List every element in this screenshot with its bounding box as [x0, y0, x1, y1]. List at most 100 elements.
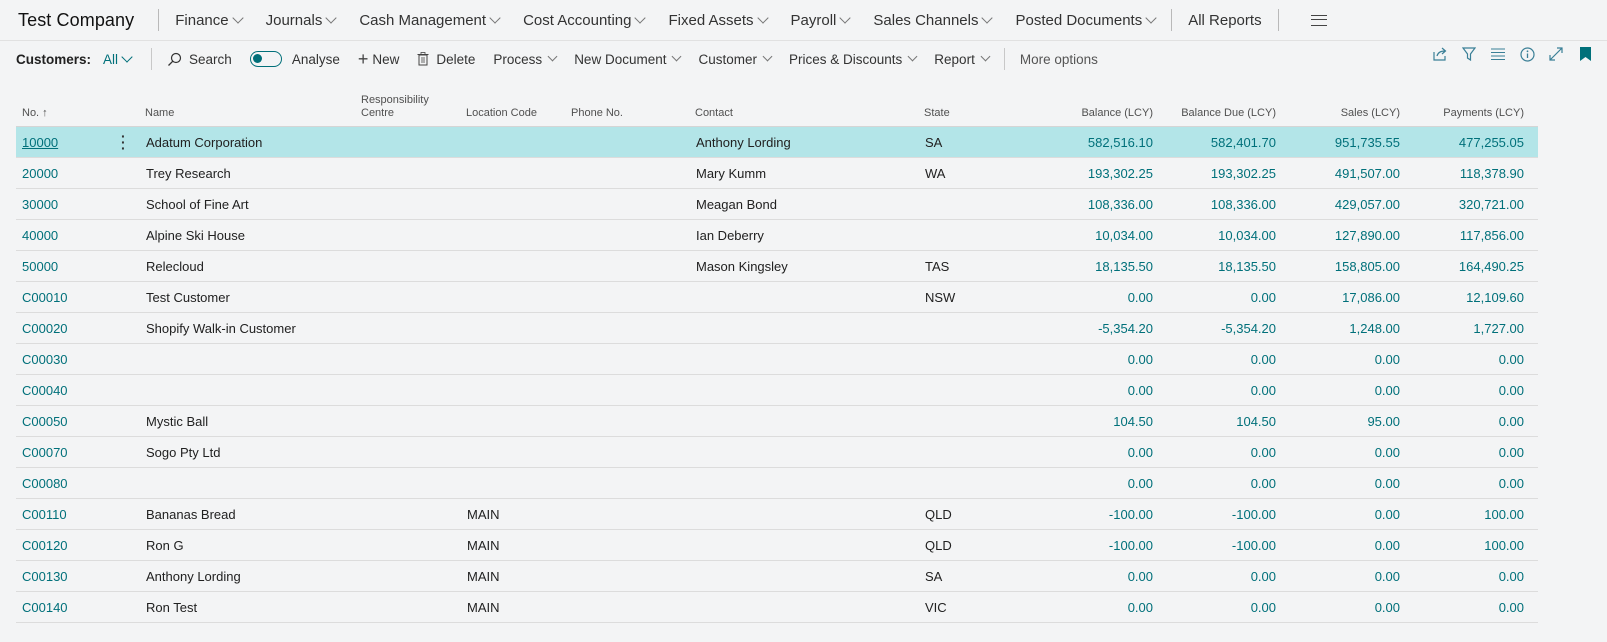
- customer-no-link[interactable]: C00070: [22, 445, 68, 460]
- balance-due[interactable]: 0.00: [1251, 383, 1276, 398]
- sales[interactable]: 429,057.00: [1335, 197, 1400, 212]
- column-header-name[interactable]: Name: [145, 107, 174, 120]
- table-row[interactable]: C00040 0.00 0.00 0.00 0.00: [16, 375, 1538, 406]
- customer-no-link[interactable]: C00110: [22, 507, 67, 522]
- sales[interactable]: 491,507.00: [1335, 166, 1400, 181]
- company-name[interactable]: Test Company: [18, 10, 134, 31]
- column-header-phone[interactable]: Phone No.: [571, 107, 623, 120]
- table-row[interactable]: C00080 0.00 0.00 0.00 0.00: [16, 468, 1538, 499]
- table-row[interactable]: C00120 Ron G MAIN QLD -100.00 -100.00 0.00 100.…: [16, 530, 1538, 561]
- balance[interactable]: -100.00: [1109, 507, 1153, 522]
- payments[interactable]: 0.00: [1499, 383, 1524, 398]
- balance-due[interactable]: -100.00: [1232, 538, 1276, 553]
- balance[interactable]: 582,516.10: [1088, 135, 1153, 150]
- nav-item-finance[interactable]: Finance: [175, 12, 244, 29]
- balance[interactable]: 193,302.25: [1088, 166, 1153, 181]
- column-header-sales[interactable]: Sales (LCY): [1341, 107, 1400, 120]
- more-options-button[interactable]: More options: [1020, 52, 1098, 67]
- balance-due[interactable]: 0.00: [1251, 476, 1276, 491]
- delete-button[interactable]: Delete: [417, 52, 475, 67]
- table-row[interactable]: 50000 Relecloud Mason Kingsley TAS 18,135.50…: [16, 251, 1538, 282]
- payments[interactable]: 118,378.90: [1460, 166, 1524, 181]
- column-header-location-code[interactable]: Location Code: [466, 107, 537, 120]
- payments[interactable]: 1,727.00: [1473, 321, 1524, 336]
- customer-no-link[interactable]: C00080: [22, 476, 68, 491]
- nav-item-cost-accounting[interactable]: Cost Accounting: [523, 12, 647, 29]
- sales[interactable]: 0.00: [1375, 569, 1400, 584]
- payments[interactable]: 0.00: [1499, 352, 1524, 367]
- customer-no-link[interactable]: 50000: [22, 259, 58, 274]
- column-header-state[interactable]: State: [924, 107, 950, 120]
- customer-no-link[interactable]: C00120: [22, 538, 68, 553]
- view-filter-dropdown[interactable]: All: [103, 50, 133, 67]
- balance-due[interactable]: 10,034.00: [1218, 228, 1276, 243]
- sales[interactable]: 1,248.00: [1349, 321, 1400, 336]
- balance[interactable]: 0.00: [1128, 352, 1153, 367]
- table-row[interactable]: 20000 Trey Research Mary Kumm WA 193,302.25 1…: [16, 158, 1538, 189]
- balance[interactable]: 0.00: [1128, 569, 1153, 584]
- sales[interactable]: 0.00: [1375, 538, 1400, 553]
- all-reports-link[interactable]: All Reports: [1188, 12, 1261, 29]
- column-header-contact[interactable]: Contact: [695, 107, 733, 120]
- sales[interactable]: 17,086.00: [1342, 290, 1400, 305]
- sales[interactable]: 158,805.00: [1335, 259, 1400, 274]
- payments[interactable]: 0.00: [1499, 476, 1524, 491]
- balance-due[interactable]: -100.00: [1232, 507, 1276, 522]
- nav-item-fixed-assets[interactable]: Fixed Assets: [668, 12, 769, 29]
- menu-prices-discounts[interactable]: Prices & Discounts: [789, 52, 918, 67]
- info-icon[interactable]: [1519, 46, 1535, 62]
- payments[interactable]: 0.00: [1499, 569, 1524, 584]
- payments[interactable]: 100.00: [1484, 538, 1524, 553]
- balance-due[interactable]: 0.00: [1251, 445, 1276, 460]
- customer-no-link[interactable]: 40000: [22, 228, 58, 243]
- customer-no-link[interactable]: C00140: [22, 600, 68, 615]
- payments[interactable]: 0.00: [1499, 600, 1524, 615]
- customer-no-link[interactable]: C00020: [22, 321, 68, 336]
- balance[interactable]: 0.00: [1128, 290, 1153, 305]
- menu-new-document[interactable]: New Document: [574, 52, 682, 67]
- column-header-no[interactable]: No. ↑: [22, 107, 48, 120]
- sales[interactable]: 127,890.00: [1335, 228, 1400, 243]
- balance-due[interactable]: 193,302.25: [1211, 166, 1276, 181]
- nav-item-posted-documents[interactable]: Posted Documents: [1015, 12, 1157, 29]
- menu-report[interactable]: Report: [934, 52, 991, 67]
- customer-no-link[interactable]: C00010: [22, 290, 68, 305]
- payments[interactable]: 0.00: [1499, 445, 1524, 460]
- sales[interactable]: 0.00: [1375, 507, 1400, 522]
- table-row[interactable]: C00130 Anthony Lording MAIN SA 0.00 0.00 0.00 0…: [16, 561, 1538, 592]
- balance[interactable]: 18,135.50: [1095, 259, 1153, 274]
- balance-due[interactable]: 582,401.70: [1211, 135, 1276, 150]
- table-row[interactable]: C00010 Test Customer NSW 0.00 0.00 17,086.00 1…: [16, 282, 1538, 313]
- sales[interactable]: 951,735.55: [1335, 135, 1400, 150]
- balance[interactable]: 0.00: [1128, 476, 1153, 491]
- nav-item-cash-management[interactable]: Cash Management: [359, 12, 501, 29]
- new-button[interactable]: + New: [358, 49, 400, 70]
- balance-due[interactable]: 108,336.00: [1211, 197, 1276, 212]
- table-row[interactable]: C00110 Bananas Bread MAIN QLD -100.00 -100.00…: [16, 499, 1538, 530]
- search-button[interactable]: Search: [167, 52, 232, 67]
- customer-no-link[interactable]: C00130: [22, 569, 68, 584]
- sales[interactable]: 0.00: [1375, 476, 1400, 491]
- balance[interactable]: 0.00: [1128, 445, 1153, 460]
- payments[interactable]: 477,255.05: [1459, 135, 1524, 150]
- share-icon[interactable]: [1432, 46, 1448, 62]
- menu-process[interactable]: Process: [493, 52, 558, 67]
- sales[interactable]: 0.00: [1375, 600, 1400, 615]
- balance-due[interactable]: -5,354.20: [1221, 321, 1276, 336]
- balance[interactable]: 108,336.00: [1088, 197, 1153, 212]
- sales[interactable]: 95.00: [1367, 414, 1400, 429]
- balance[interactable]: -5,354.20: [1098, 321, 1153, 336]
- bookmark-icon[interactable]: [1577, 46, 1593, 62]
- balance-due[interactable]: 0.00: [1251, 352, 1276, 367]
- column-header-balance[interactable]: Balance (LCY): [1081, 107, 1153, 120]
- payments[interactable]: 320,721.00: [1459, 197, 1524, 212]
- customer-no-link[interactable]: 20000: [22, 166, 58, 181]
- balance-due[interactable]: 18,135.50: [1218, 259, 1276, 274]
- table-row[interactable]: C00140 Ron Test MAIN VIC 0.00 0.00 0.00 0.00: [16, 592, 1538, 623]
- nav-item-sales-channels[interactable]: Sales Channels: [873, 12, 994, 29]
- column-header-balance-due[interactable]: Balance Due (LCY): [1181, 107, 1276, 120]
- payments[interactable]: 164,490.25: [1459, 259, 1524, 274]
- customer-no-link[interactable]: C00050: [22, 414, 68, 429]
- menu-customer[interactable]: Customer: [698, 52, 773, 67]
- table-row[interactable]: C00050 Mystic Ball 104.50 104.50 95.00 0.00: [16, 406, 1538, 437]
